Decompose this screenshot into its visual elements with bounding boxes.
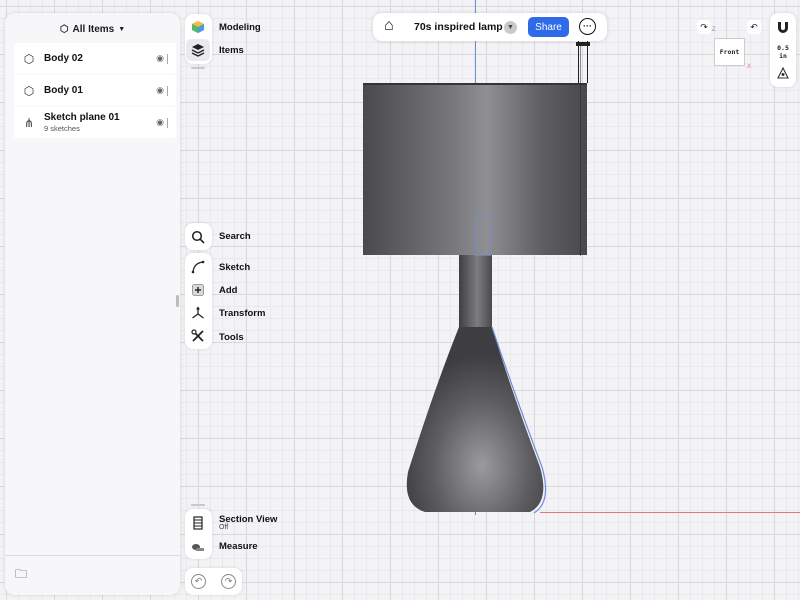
stem-sketch-outline <box>475 214 491 256</box>
grid-size-readout[interactable]: 0.5 in <box>773 44 793 60</box>
snap-point-icon[interactable] <box>777 66 789 82</box>
x-axis-line <box>540 512 800 513</box>
grid-size-unit: in <box>779 52 787 60</box>
modeling-label[interactable]: Modeling <box>219 22 261 33</box>
search-label[interactable]: Search <box>219 231 251 242</box>
eye-icon[interactable]: ◉ <box>153 85 167 96</box>
all-items-label: All Items <box>72 23 115 35</box>
list-item-body-01[interactable]: ⬡ Body 01 ◉ <box>14 75 176 106</box>
layers-icon: ⬡ <box>59 23 69 35</box>
redo-icon[interactable]: ↷ <box>221 574 236 589</box>
sketch-icon[interactable] <box>186 256 210 278</box>
item-subtitle: 9 sketches <box>44 124 80 133</box>
grip-icon[interactable] <box>167 53 173 64</box>
items-label[interactable]: Items <box>219 45 244 56</box>
section-view-icon[interactable] <box>186 512 210 534</box>
chevron-down-icon[interactable]: ▼ <box>504 21 517 34</box>
panel-resize-handle[interactable] <box>176 295 179 307</box>
panel-divider <box>5 555 180 556</box>
grip-icon[interactable] <box>167 117 173 128</box>
undo-icon[interactable]: ↶ <box>191 574 206 589</box>
more-options-icon[interactable]: ··· <box>579 18 596 35</box>
share-button[interactable]: Share <box>528 17 569 37</box>
toolbar-separator <box>191 504 205 506</box>
new-folder-icon[interactable]: 🗀 <box>15 565 27 586</box>
all-items-dropdown[interactable]: ⬡ All Items ▼ <box>5 19 180 39</box>
transform-label[interactable]: Transform <box>219 308 265 319</box>
sketch-plane-icon: ⋔ <box>23 115 35 130</box>
sketch-label[interactable]: Sketch <box>219 262 250 273</box>
cube-icon: ⬡ <box>23 51 35 66</box>
rotate-view-left-icon[interactable]: ↶ <box>747 20 761 34</box>
grid-size-value: 0.5 <box>777 44 789 52</box>
add-icon[interactable] <box>186 279 210 301</box>
modeling-icon[interactable] <box>186 16 210 38</box>
item-name: Sketch plane 01 <box>44 112 120 123</box>
transform-icon[interactable] <box>186 302 210 324</box>
lamp-base-body[interactable] <box>400 327 555 517</box>
item-list: ⬡ Body 02 ◉ ⬡ Body 01 ◉ ⋔ Sketch plane 0… <box>14 43 176 139</box>
item-name: Body 02 <box>44 53 83 64</box>
measure-label[interactable]: Measure <box>219 541 258 552</box>
tools-label[interactable]: Tools <box>219 332 244 343</box>
section-view-state: Off <box>219 524 229 531</box>
dimension-cap <box>576 42 590 46</box>
cube-z-axis-label: Z <box>712 27 716 33</box>
shade-top-edge <box>363 83 587 85</box>
tools-wrench-icon[interactable] <box>186 325 210 347</box>
caret-down-icon: ▼ <box>118 25 126 33</box>
list-item-body-02[interactable]: ⬡ Body 02 ◉ <box>14 43 176 74</box>
view-cube-front[interactable]: Front <box>714 38 745 66</box>
toolbar-separator <box>191 67 205 69</box>
search-icon[interactable] <box>186 226 210 248</box>
grip-icon[interactable] <box>167 85 173 96</box>
eye-icon[interactable]: ◉ <box>153 53 167 64</box>
home-icon[interactable]: ⌂ <box>384 17 394 35</box>
measure-tape-icon[interactable] <box>186 535 210 557</box>
item-name: Body 01 <box>44 85 83 96</box>
add-label[interactable]: Add <box>219 285 237 296</box>
rotate-view-right-icon[interactable]: ↷ <box>697 20 711 34</box>
cube-x-axis-label: X <box>747 64 752 70</box>
document-title[interactable]: 70s inspired lamp <box>414 21 503 33</box>
cube-icon: ⬡ <box>23 83 35 98</box>
list-item-sketch-plane-01[interactable]: ⋔ Sketch plane 01 9 sketches ◉ <box>14 107 176 138</box>
eye-icon[interactable]: ◉ <box>153 117 167 128</box>
dimension-marker[interactable] <box>578 40 588 83</box>
magnet-snap-icon[interactable] <box>776 20 790 37</box>
lamp-stem-body[interactable] <box>459 255 492 329</box>
items-layers-icon[interactable] <box>186 39 210 61</box>
